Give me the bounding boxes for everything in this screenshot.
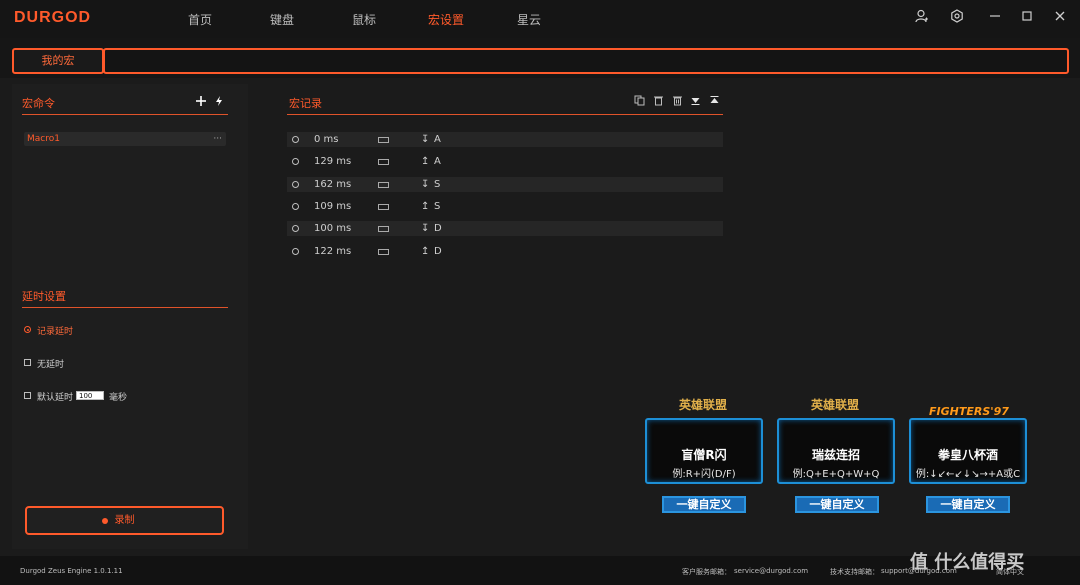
keyboard-icon [378, 137, 389, 143]
macro-record-row[interactable]: 129 ms ↥ A [287, 154, 723, 169]
record-delay-label: 记录延时 [37, 327, 74, 337]
record-delay-radio[interactable] [24, 326, 31, 333]
key-value: S [434, 179, 441, 190]
keyboard-icon [378, 182, 389, 188]
record-dot-icon [102, 518, 108, 524]
delay-unit-label: 毫秒 [109, 393, 128, 403]
minimize-icon[interactable] [985, 9, 1005, 29]
promo-title: 盲僧R闪 [681, 448, 727, 462]
move-down-icon[interactable] [690, 95, 701, 106]
macro-record-row[interactable]: 100 ms ↧ D [287, 221, 723, 236]
divider [22, 307, 228, 308]
divider [22, 114, 228, 115]
key-direction-icon: ↥ [421, 246, 430, 257]
key-direction-icon: ↥ [421, 201, 430, 212]
macro-name: Macro1 [27, 134, 60, 144]
record-button[interactable]: 录制 [25, 506, 224, 535]
user-icon[interactable] [912, 9, 932, 29]
clear-all-icon[interactable] [672, 95, 683, 106]
tech-support-label: 技术支持邮箱： [830, 568, 879, 576]
delay-value: 122 ms [314, 246, 352, 257]
promo-example: 例:R+闪(D/F) [672, 469, 736, 480]
clock-icon [292, 248, 299, 255]
macro-record-title: 宏记录 [289, 97, 322, 110]
default-delay-checkbox[interactable] [24, 392, 31, 399]
one-click-customize-button[interactable]: 一键自定义 [926, 496, 1010, 513]
promo-title: 拳皇八杯酒 [937, 448, 998, 462]
promo-card-ryze[interactable]: 瑞兹连招 例:Q+E+Q+W+Q [777, 418, 895, 484]
kof-logo: FIGHTERS'97 [929, 405, 1009, 418]
nav-macro-settings[interactable]: 宏设置 [428, 11, 464, 28]
promo-title: 瑞兹连招 [811, 448, 860, 462]
clock-icon [292, 158, 299, 165]
promo-example: 例:↓↙←↙↓↘→+A或C [915, 469, 1021, 480]
watermark: 值 什么值得买 [910, 552, 1025, 573]
key-direction-icon: ↧ [421, 223, 430, 234]
keyboard-icon [378, 204, 389, 210]
key-direction-icon: ↥ [421, 156, 430, 167]
one-click-customize-button[interactable]: 一键自定义 [795, 496, 879, 513]
one-click-customize-button[interactable]: 一键自定义 [662, 496, 746, 513]
record-label: 录制 [114, 515, 135, 526]
left-panel [12, 84, 248, 549]
macro-search-field[interactable] [103, 48, 1069, 74]
add-macro-icon[interactable] [195, 95, 207, 107]
clock-icon [292, 203, 299, 210]
clock-icon [292, 136, 299, 143]
tab-my-macros[interactable]: 我的宏 [12, 48, 104, 74]
nav-nebula[interactable]: 星云 [517, 11, 541, 28]
macro-list-item[interactable]: Macro1 ··· [24, 132, 226, 146]
app-logo: DURGOD [14, 9, 92, 26]
nav-mouse[interactable]: 鼠标 [352, 11, 376, 28]
version-label: Durgod Zeus Engine 1.0.1.11 [20, 567, 123, 575]
key-value: A [434, 156, 441, 167]
delay-value: 109 ms [314, 201, 352, 212]
key-value: A [434, 134, 441, 145]
delay-settings-title: 延时设置 [22, 290, 66, 303]
macro-record-row[interactable]: 0 ms ↧ A [287, 132, 723, 147]
copy-icon[interactable] [634, 95, 645, 106]
key-value: S [434, 201, 441, 212]
lol-logo: 英雄联盟 [810, 398, 859, 412]
move-up-icon[interactable] [709, 95, 720, 106]
key-direction-icon: ↧ [421, 134, 430, 145]
keyboard-icon [378, 226, 389, 232]
macro-record-row[interactable]: 109 ms ↥ S [287, 199, 723, 214]
maximize-icon[interactable] [1017, 9, 1037, 29]
key-value: D [434, 246, 442, 257]
divider [287, 114, 723, 115]
default-delay-input[interactable]: 100 [76, 391, 104, 400]
promo-card-kof[interactable]: 拳皇八杯酒 例:↓↙←↙↓↘→+A或C [909, 418, 1027, 484]
delay-value: 162 ms [314, 179, 352, 190]
nav-keyboard[interactable]: 键盘 [270, 11, 294, 28]
lol-logo: 英雄联盟 [678, 398, 727, 412]
macro-commands-title: 宏命令 [22, 97, 55, 110]
key-direction-icon: ↧ [421, 179, 430, 190]
customer-service-label: 客户服务邮箱： [682, 568, 731, 576]
settings-icon[interactable] [947, 9, 967, 29]
delete-icon[interactable] [653, 95, 664, 106]
promo-card-lee-sin[interactable]: 盲僧R闪 例:R+闪(D/F) [645, 418, 763, 484]
no-delay-label: 无延时 [37, 360, 65, 370]
keyboard-icon [378, 249, 389, 255]
macro-record-row[interactable]: 162 ms ↧ S [287, 177, 723, 192]
no-delay-checkbox[interactable] [24, 359, 31, 366]
more-options-icon[interactable]: ··· [213, 132, 222, 146]
nav-home[interactable]: 首页 [188, 11, 212, 28]
clock-icon [292, 225, 299, 232]
import-macro-icon[interactable] [213, 95, 225, 107]
key-value: D [434, 223, 442, 234]
promo-example: 例:Q+E+Q+W+Q [792, 469, 880, 480]
delay-value: 100 ms [314, 223, 352, 234]
customer-service-email[interactable]: service@durgod.com [734, 567, 808, 575]
delay-value: 0 ms [314, 134, 339, 145]
default-delay-label: 默认延时 [37, 393, 74, 403]
close-icon[interactable] [1050, 9, 1070, 29]
macro-record-row[interactable]: 122 ms ↥ D [287, 244, 723, 259]
keyboard-icon [378, 159, 389, 165]
delay-value: 129 ms [314, 156, 352, 167]
clock-icon [292, 181, 299, 188]
